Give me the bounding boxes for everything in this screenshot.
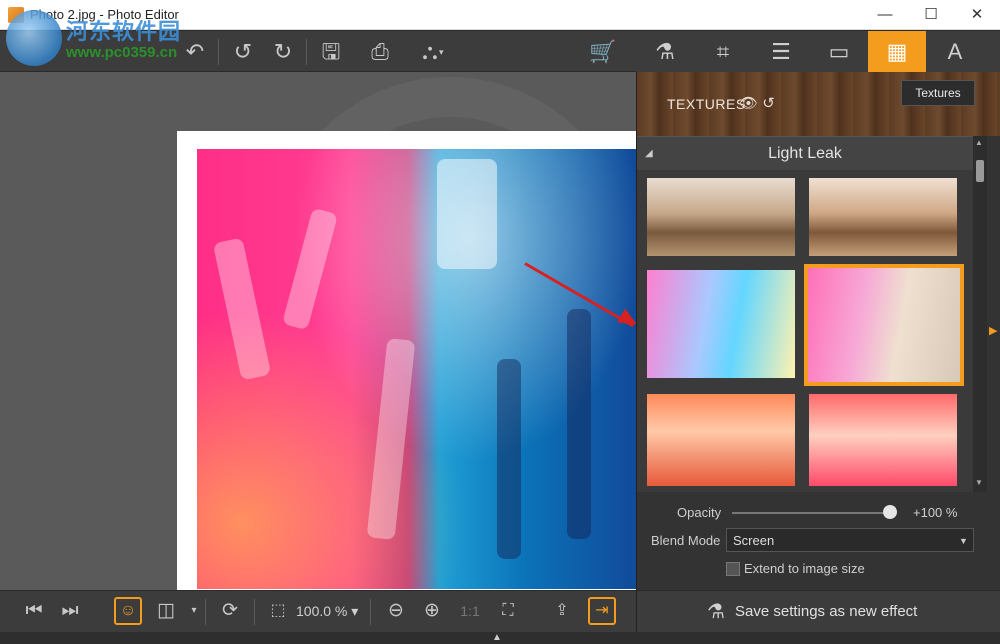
save-icon[interactable]: 🖫: [316, 37, 346, 67]
scroll-down-icon[interactable]: ▼: [975, 478, 983, 487]
toolbar-divider: [218, 39, 219, 65]
blend-mode-label: Blend Mode: [651, 533, 721, 548]
guitar-shape: [437, 159, 497, 269]
texture-thumbnail[interactable]: [807, 176, 959, 258]
texture-settings: Opacity +100 % Blend Mode Screen ▼ Exten…: [637, 492, 1000, 590]
next-image-icon[interactable]: ⏭: [56, 597, 84, 625]
eye-icon[interactable]: 👁: [739, 95, 758, 112]
blend-mode-value: Screen: [733, 533, 775, 548]
zoom-value: 100.0 %: [296, 603, 348, 619]
save-effect-button[interactable]: Save settings as new effect: [735, 603, 917, 620]
thumbnails-scrollbar[interactable]: ▲ ▼: [973, 136, 987, 492]
save-effect-bar[interactable]: ⚗ Save settings as new effect: [637, 590, 1000, 632]
panel-title: TEXTURES: [667, 96, 746, 112]
textures-panel: TEXTURES 👁 ↺ Textures ◢ Light Leak ▲ ▼ ▶…: [636, 72, 1000, 632]
status-bar: ▲: [0, 632, 1000, 644]
header-icons: 👁 ↺: [739, 94, 775, 112]
zoom-fit-icon[interactable]: ⛶: [494, 597, 522, 625]
print-icon[interactable]: ⎙: [365, 37, 395, 67]
guitar-shape: [567, 309, 591, 539]
tab-textures-icon[interactable]: ▦: [868, 31, 926, 72]
toolbar-divider: [205, 599, 206, 625]
texture-thumbnails: [637, 170, 973, 492]
undo-icon[interactable]: ↺: [228, 37, 258, 67]
minimize-button[interactable]: —: [862, 0, 908, 30]
single-view-icon[interactable]: ☺: [114, 597, 142, 625]
tab-text-icon[interactable]: A: [926, 31, 984, 72]
previous-image-icon[interactable]: ⏮: [20, 597, 48, 625]
photo-image[interactable]: [197, 149, 636, 589]
bottom-toolbar: ⏮ ⏭ ☺ ◫ ▾ ⟳ ⬚ 100.0 % ▾ ⊖ ⊕ 1:1 ⛶ ⇪ ⇥: [0, 590, 636, 632]
texture-thumbnail[interactable]: [645, 268, 797, 380]
fit-screen-icon[interactable]: ⬚: [264, 597, 292, 625]
chevron-down-icon: ▾: [439, 47, 444, 57]
zoom-out-icon[interactable]: ⊖: [382, 597, 410, 625]
expand-filmstrip-icon[interactable]: ▲: [492, 632, 502, 644]
share-glyph: ⛬: [422, 39, 438, 64]
toolbar-divider: [370, 599, 371, 625]
watermark-title: 河东软件园: [66, 19, 182, 44]
watermark-logo: [6, 10, 62, 66]
chevron-down-icon: ▾: [351, 603, 359, 619]
extend-label: Extend to image size: [744, 561, 865, 576]
zoom-level[interactable]: 100.0 % ▾: [296, 603, 358, 620]
blend-mode-select[interactable]: Screen ▼: [726, 528, 974, 552]
redo-icon[interactable]: ↻: [268, 37, 298, 67]
extend-checkbox[interactable]: [726, 562, 740, 576]
chevron-down-icon: ▼: [959, 536, 968, 546]
undo-all-icon[interactable]: ↶: [180, 37, 210, 67]
opacity-label: Opacity: [677, 505, 722, 520]
tooltip: Textures: [901, 80, 975, 106]
texture-thumbnail[interactable]: [645, 176, 797, 258]
maximize-button[interactable]: ☐: [908, 0, 954, 30]
tab-frames-icon[interactable]: ▭: [810, 31, 868, 72]
chevron-down-icon[interactable]: ▾: [180, 597, 208, 625]
compare-view-icon[interactable]: ◫: [152, 597, 180, 625]
category-title: Light Leak: [768, 145, 842, 162]
texture-thumbnail[interactable]: [645, 392, 797, 488]
guitar-shape: [497, 359, 521, 559]
export-icon[interactable]: ⇪: [548, 597, 576, 625]
textures-header: TEXTURES 👁 ↺ Textures: [637, 72, 1000, 136]
category-header[interactable]: ◢ Light Leak: [637, 136, 973, 170]
texture-thumbnail[interactable]: [807, 392, 959, 488]
texture-thumbnail-selected[interactable]: [804, 264, 964, 386]
close-button[interactable]: ✕: [954, 0, 1000, 30]
toggle-panel-icon[interactable]: ⇥: [588, 597, 616, 625]
panel-tabs: ⚗ ⌗ ☰ ▭ ▦ A: [636, 31, 1000, 72]
reset-icon[interactable]: ↺: [762, 95, 775, 112]
opacity-slider-handle[interactable]: [883, 505, 897, 519]
toolbar-divider: [306, 39, 307, 65]
tab-adjust-icon[interactable]: ☰: [752, 31, 810, 72]
opacity-value: +100 %: [913, 505, 958, 520]
toolbar-divider: [254, 599, 255, 625]
cart-icon[interactable]: 🛒: [588, 37, 618, 67]
opacity-slider[interactable]: [732, 512, 892, 514]
actual-size-icon[interactable]: 1:1: [456, 597, 484, 625]
photo-frame: [177, 131, 636, 590]
rotate-icon[interactable]: ⟳: [216, 597, 244, 625]
share-icon[interactable]: ⛬ ▾: [415, 37, 445, 67]
tab-crop-icon[interactable]: ⌗: [694, 31, 752, 72]
zoom-in-icon[interactable]: ⊕: [418, 597, 446, 625]
flask-icon: ⚗: [707, 601, 725, 623]
image-canvas[interactable]: [0, 72, 636, 590]
scroll-thumb[interactable]: [976, 160, 984, 182]
tab-effects-icon[interactable]: ⚗: [636, 31, 694, 72]
scroll-up-icon[interactable]: ▲: [975, 138, 983, 147]
panel-collapse-icon[interactable]: ▶: [989, 324, 997, 337]
watermark-url: www.pc0359.cn: [66, 44, 178, 61]
